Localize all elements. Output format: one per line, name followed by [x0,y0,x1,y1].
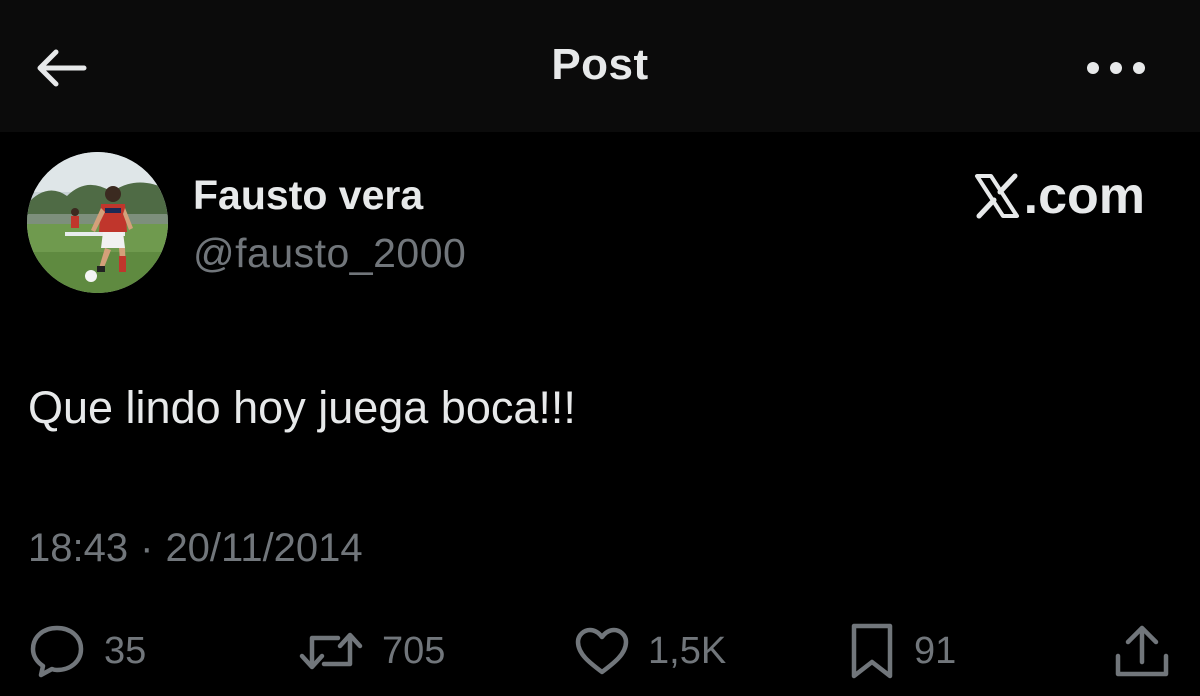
top-bar: Post [0,0,1200,132]
reply-button[interactable]: 35 [28,618,146,684]
repost-icon [298,626,364,676]
more-horizontal-icon [1086,61,1146,75]
reply-count: 35 [104,629,147,672]
author-handle[interactable]: @fausto_2000 [193,230,466,277]
brand-watermark: .com [955,166,1145,226]
post-text: Que lindo hoy juega boca!!! [28,382,576,433]
arrow-left-icon [32,48,88,88]
action-bar: 35 705 1,5K 91 [0,618,1200,684]
author-name[interactable]: Fausto vera [193,172,423,219]
repost-button[interactable]: 705 [298,618,445,684]
x-logo-icon [974,173,1020,219]
more-options-button[interactable] [1084,46,1148,90]
like-button[interactable]: 1,5K [574,618,726,684]
bookmark-button[interactable]: 91 [848,618,956,684]
heart-icon [574,626,630,676]
repost-count: 705 [382,629,446,672]
like-count: 1,5K [648,629,727,672]
reply-bubble-icon [28,624,86,678]
avatar[interactable] [27,152,168,293]
timestamp-separator: · [140,526,154,570]
post-date: 20/11/2014 [165,526,363,570]
share-button[interactable] [1112,618,1172,684]
post-time: 18:43 [28,526,129,570]
share-icon [1112,622,1172,680]
avatar-photo [27,152,168,293]
bookmark-count: 91 [914,629,957,672]
post-timestamp[interactable]: 18:43 · 20/11/2014 [28,526,363,571]
page-title: Post [551,40,649,89]
bookmark-icon [848,622,896,680]
back-button[interactable] [28,40,92,96]
brand-text: .com [1023,167,1145,225]
